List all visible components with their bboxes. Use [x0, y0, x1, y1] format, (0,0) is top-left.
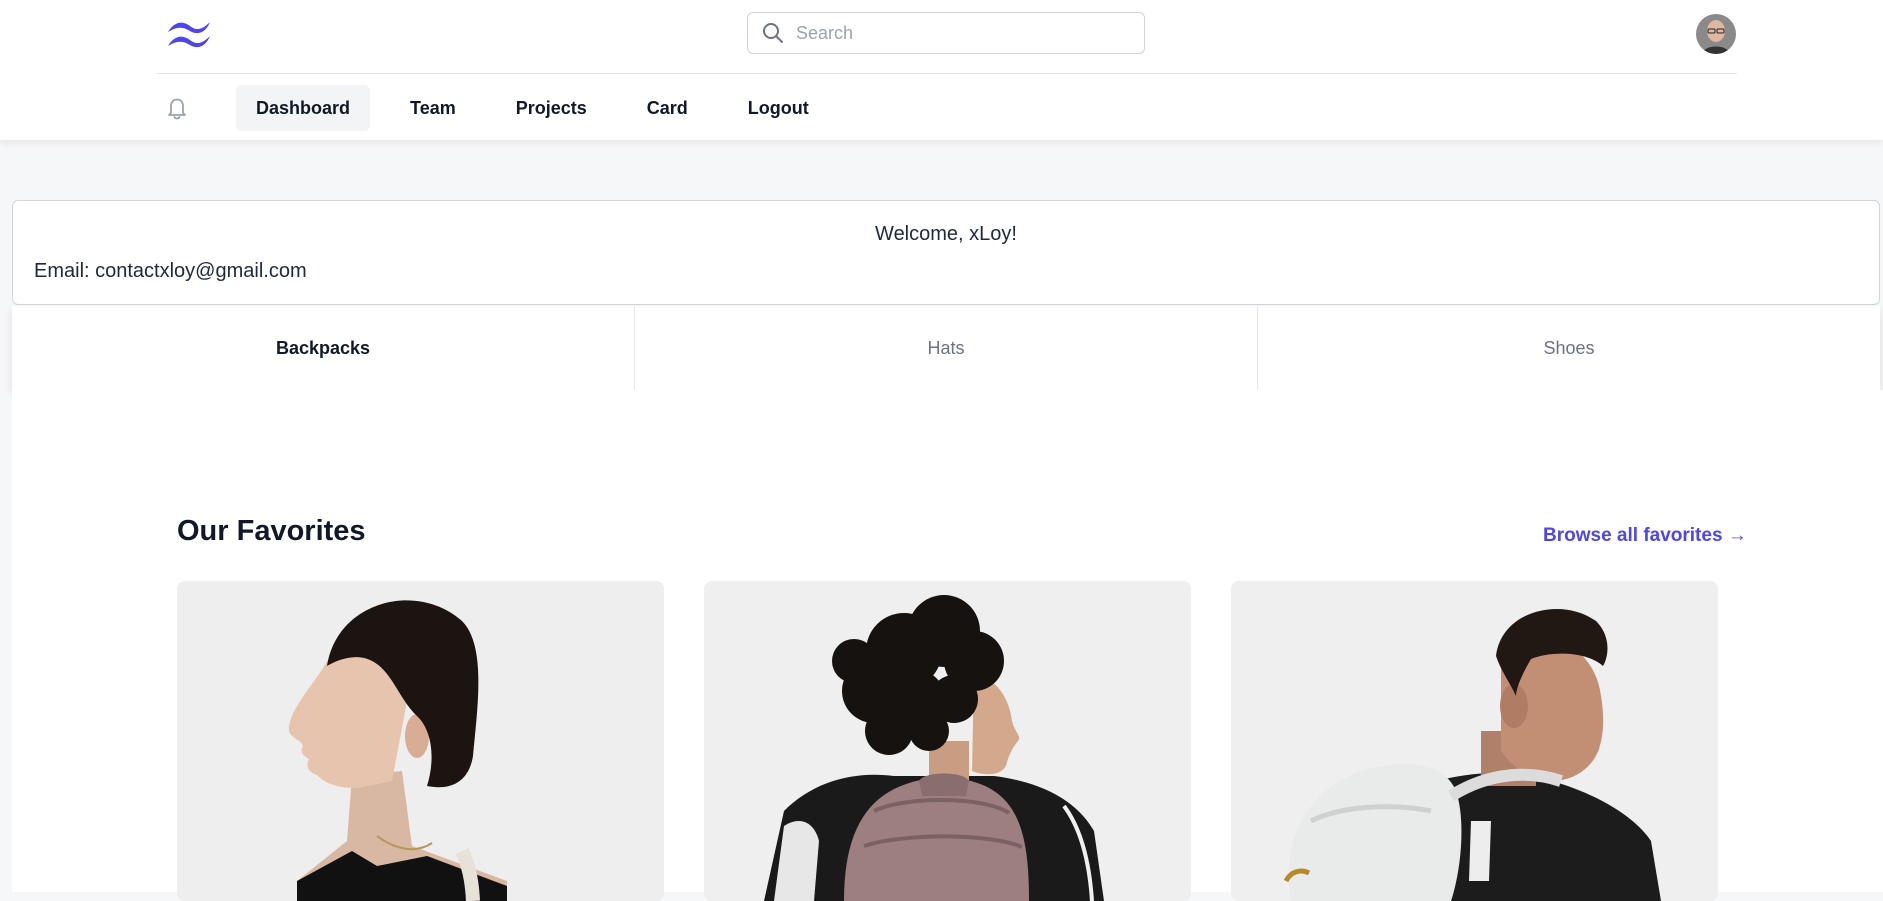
nav-dashboard[interactable]: Dashboard	[236, 85, 371, 131]
welcome-title: Welcome, xLoy!	[875, 223, 1017, 245]
bell-icon[interactable]	[163, 94, 191, 122]
user-email: Email: contactxloy@gmail.com	[34, 260, 307, 282]
welcome-panel: Welcome, xLoy! Email: contactxloy@gmail.…	[12, 200, 1880, 305]
tab-backpacks[interactable]: Backpacks	[12, 306, 635, 390]
tab-hats[interactable]: Hats	[635, 306, 1258, 390]
category-tabs: Backpacks Hats Shoes	[12, 306, 1880, 390]
section-title: Our Favorites	[177, 515, 366, 547]
product-image	[177, 581, 664, 901]
search-input[interactable]	[794, 21, 1118, 45]
header-inner: Dashboard Team Projects Card Logout	[156, 0, 1737, 140]
top-header: Dashboard Team Projects Card Logout	[0, 0, 1883, 140]
product-image	[1231, 581, 1718, 901]
tab-shoes[interactable]: Shoes	[1258, 306, 1880, 390]
product-image	[704, 581, 1191, 901]
product-card-white-backpack[interactable]	[1231, 581, 1718, 901]
search-icon	[762, 22, 784, 44]
nav-projects[interactable]: Projects	[496, 85, 607, 131]
product-card-woman-backpack[interactable]	[177, 581, 664, 901]
nav-logout[interactable]: Logout	[728, 85, 829, 131]
avatar[interactable]	[1696, 14, 1736, 54]
product-card-pink-backpack[interactable]	[704, 581, 1191, 901]
main-nav: Dashboard Team Projects Card Logout	[236, 85, 849, 131]
favorites-section: Our Favorites Browse all favorites →	[12, 390, 1883, 901]
browse-all-favorites-link[interactable]: Browse all favorites →	[1543, 525, 1747, 547]
header-divider	[156, 73, 1737, 74]
nav-team[interactable]: Team	[390, 85, 476, 131]
search-box[interactable]	[747, 12, 1145, 54]
tailwind-logo-icon[interactable]	[166, 18, 214, 50]
nav-card[interactable]: Card	[627, 85, 708, 131]
